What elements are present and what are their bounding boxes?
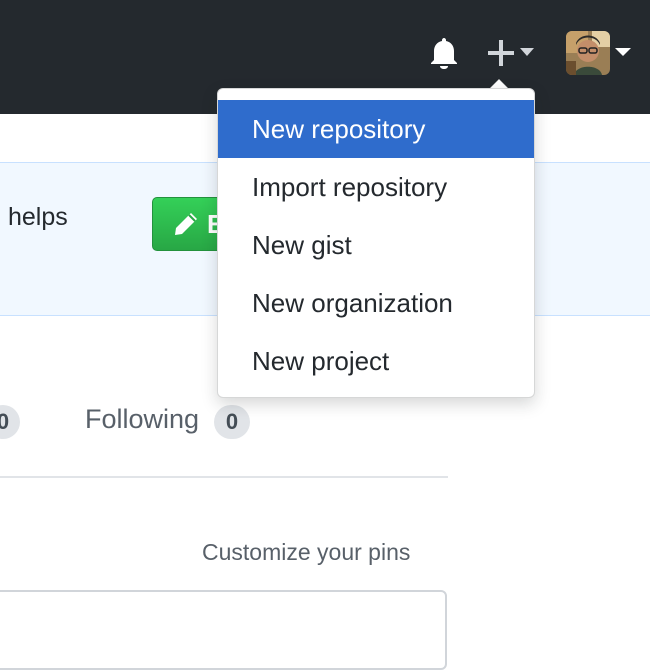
plus-icon[interactable] xyxy=(486,38,516,68)
count-badge: 0 xyxy=(0,405,20,439)
menu-item-import-repository[interactable]: Import repository xyxy=(218,158,534,216)
menu-item-new-project[interactable]: New project xyxy=(218,332,534,390)
section-divider xyxy=(0,476,448,478)
create-new-dropdown: New repository Import repository New gis… xyxy=(217,88,535,398)
customize-pins-link[interactable]: Customize your pins xyxy=(202,539,410,566)
following-link[interactable]: Following xyxy=(85,404,199,435)
following-count-badge: 0 xyxy=(214,405,250,439)
pencil-icon xyxy=(175,213,197,235)
user-avatar[interactable] xyxy=(566,31,610,75)
banner-text: helps xyxy=(8,203,68,231)
menu-item-new-gist[interactable]: New gist xyxy=(218,216,534,274)
bell-icon[interactable] xyxy=(428,36,460,70)
caret-down-icon[interactable] xyxy=(519,47,535,57)
menu-item-new-repository[interactable]: New repository xyxy=(218,100,534,158)
menu-item-new-organization[interactable]: New organization xyxy=(218,274,534,332)
caret-down-icon[interactable] xyxy=(614,47,632,57)
pinned-repo-box xyxy=(0,590,447,670)
